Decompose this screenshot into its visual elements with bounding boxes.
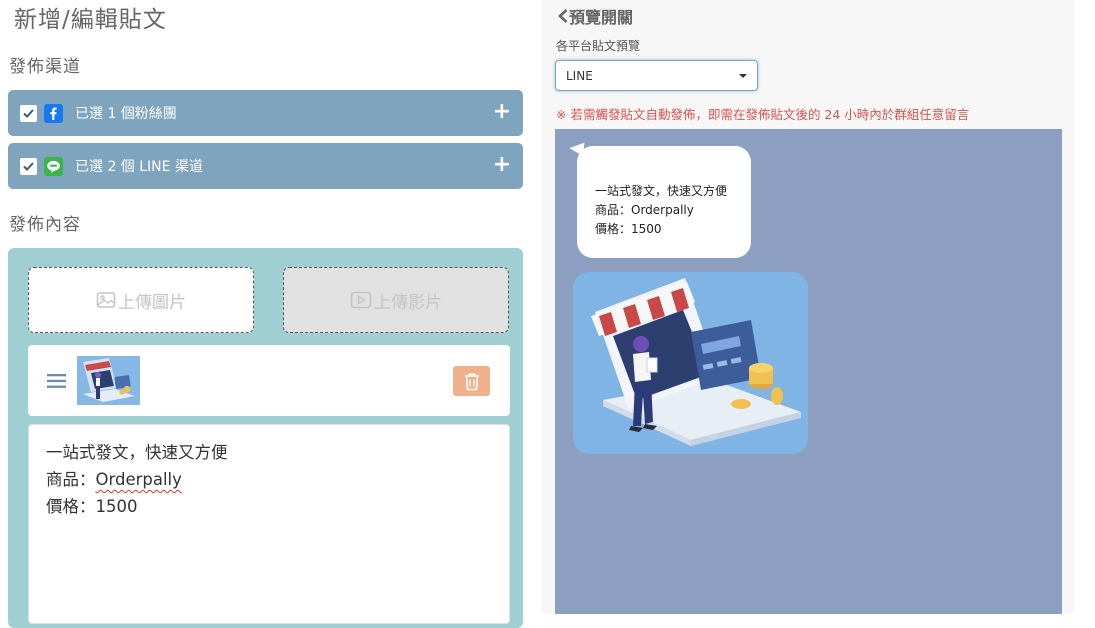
upload-image-label: 上傳圖片 <box>118 292 186 313</box>
bubble-line-2: 商品：Orderpally <box>595 203 694 217</box>
page-title: 新增/編輯貼文 <box>14 7 167 33</box>
image-icon <box>96 292 116 308</box>
post-text-line-3: 價格：1500 <box>46 497 138 516</box>
preview-toggle[interactable]: 預覽開關 <box>557 4 633 28</box>
trash-icon <box>464 372 479 390</box>
channel-bar-line[interactable]: 已選 2 個 LINE 渠道 + <box>8 143 523 189</box>
post-image-thumbnail[interactable] <box>77 356 140 405</box>
caret-down-icon <box>739 74 747 78</box>
check-icon <box>23 108 34 118</box>
content-section-title: 發佈內容 <box>9 215 81 235</box>
post-text-area[interactable]: 一站式發文，快速又方便 商品：Orderpally 價格：1500 <box>28 424 510 624</box>
add-facebook-channel-icon[interactable]: + <box>493 101 511 123</box>
upload-video-label: 上傳影片 <box>374 292 442 313</box>
image-row <box>28 345 510 416</box>
facebook-channel-label: 已選 1 個粉絲團 <box>75 106 177 122</box>
check-icon <box>23 161 34 171</box>
preview-message-bubble: 一站式發文，快速又方便 商品：Orderpally 價格：1500 <box>577 146 751 258</box>
warning-text: ※ 若需觸發貼文自動發佈，即需在發佈貼文後的 24 小時內於群組任意留言 <box>556 107 970 122</box>
bubble-line-3: 價格：1500 <box>595 222 662 236</box>
delete-image-button[interactable] <box>453 366 490 396</box>
post-text-line-2-prefix: 商品： <box>46 470 96 489</box>
channel-bar-facebook[interactable]: 已選 1 個粉絲團 + <box>8 90 523 136</box>
facebook-channel-checkbox[interactable] <box>20 104 37 122</box>
preview-label: 各平台貼文預覽 <box>556 39 641 53</box>
shop-illustration <box>573 272 808 454</box>
post-text-product: Orderpally <box>95 470 182 489</box>
post-text-line-2: 商品：Orderpally <box>46 466 492 493</box>
upload-image-button[interactable]: 上傳圖片 <box>28 267 254 333</box>
upload-video-button[interactable]: 上傳影片 <box>283 267 509 333</box>
line-icon <box>44 156 63 176</box>
platform-select-value: LINE <box>566 68 593 83</box>
chevron-left-icon <box>558 9 568 23</box>
video-icon <box>350 291 372 309</box>
bubble-line-1: 一站式發文，快速又方便 <box>595 184 728 198</box>
preview-toggle-label: 預覽開關 <box>569 8 634 27</box>
preview-image <box>573 272 808 454</box>
add-line-channel-icon[interactable]: + <box>493 154 511 176</box>
drag-handle-icon[interactable] <box>47 373 66 389</box>
line-channel-checkbox[interactable] <box>20 157 37 175</box>
facebook-icon <box>44 103 63 123</box>
post-text-line-1: 一站式發文，快速又方便 <box>46 443 228 462</box>
channel-section-title: 發佈渠道 <box>9 57 81 77</box>
line-channel-label: 已選 2 個 LINE 渠道 <box>75 159 203 175</box>
platform-select[interactable]: LINE <box>555 60 758 91</box>
